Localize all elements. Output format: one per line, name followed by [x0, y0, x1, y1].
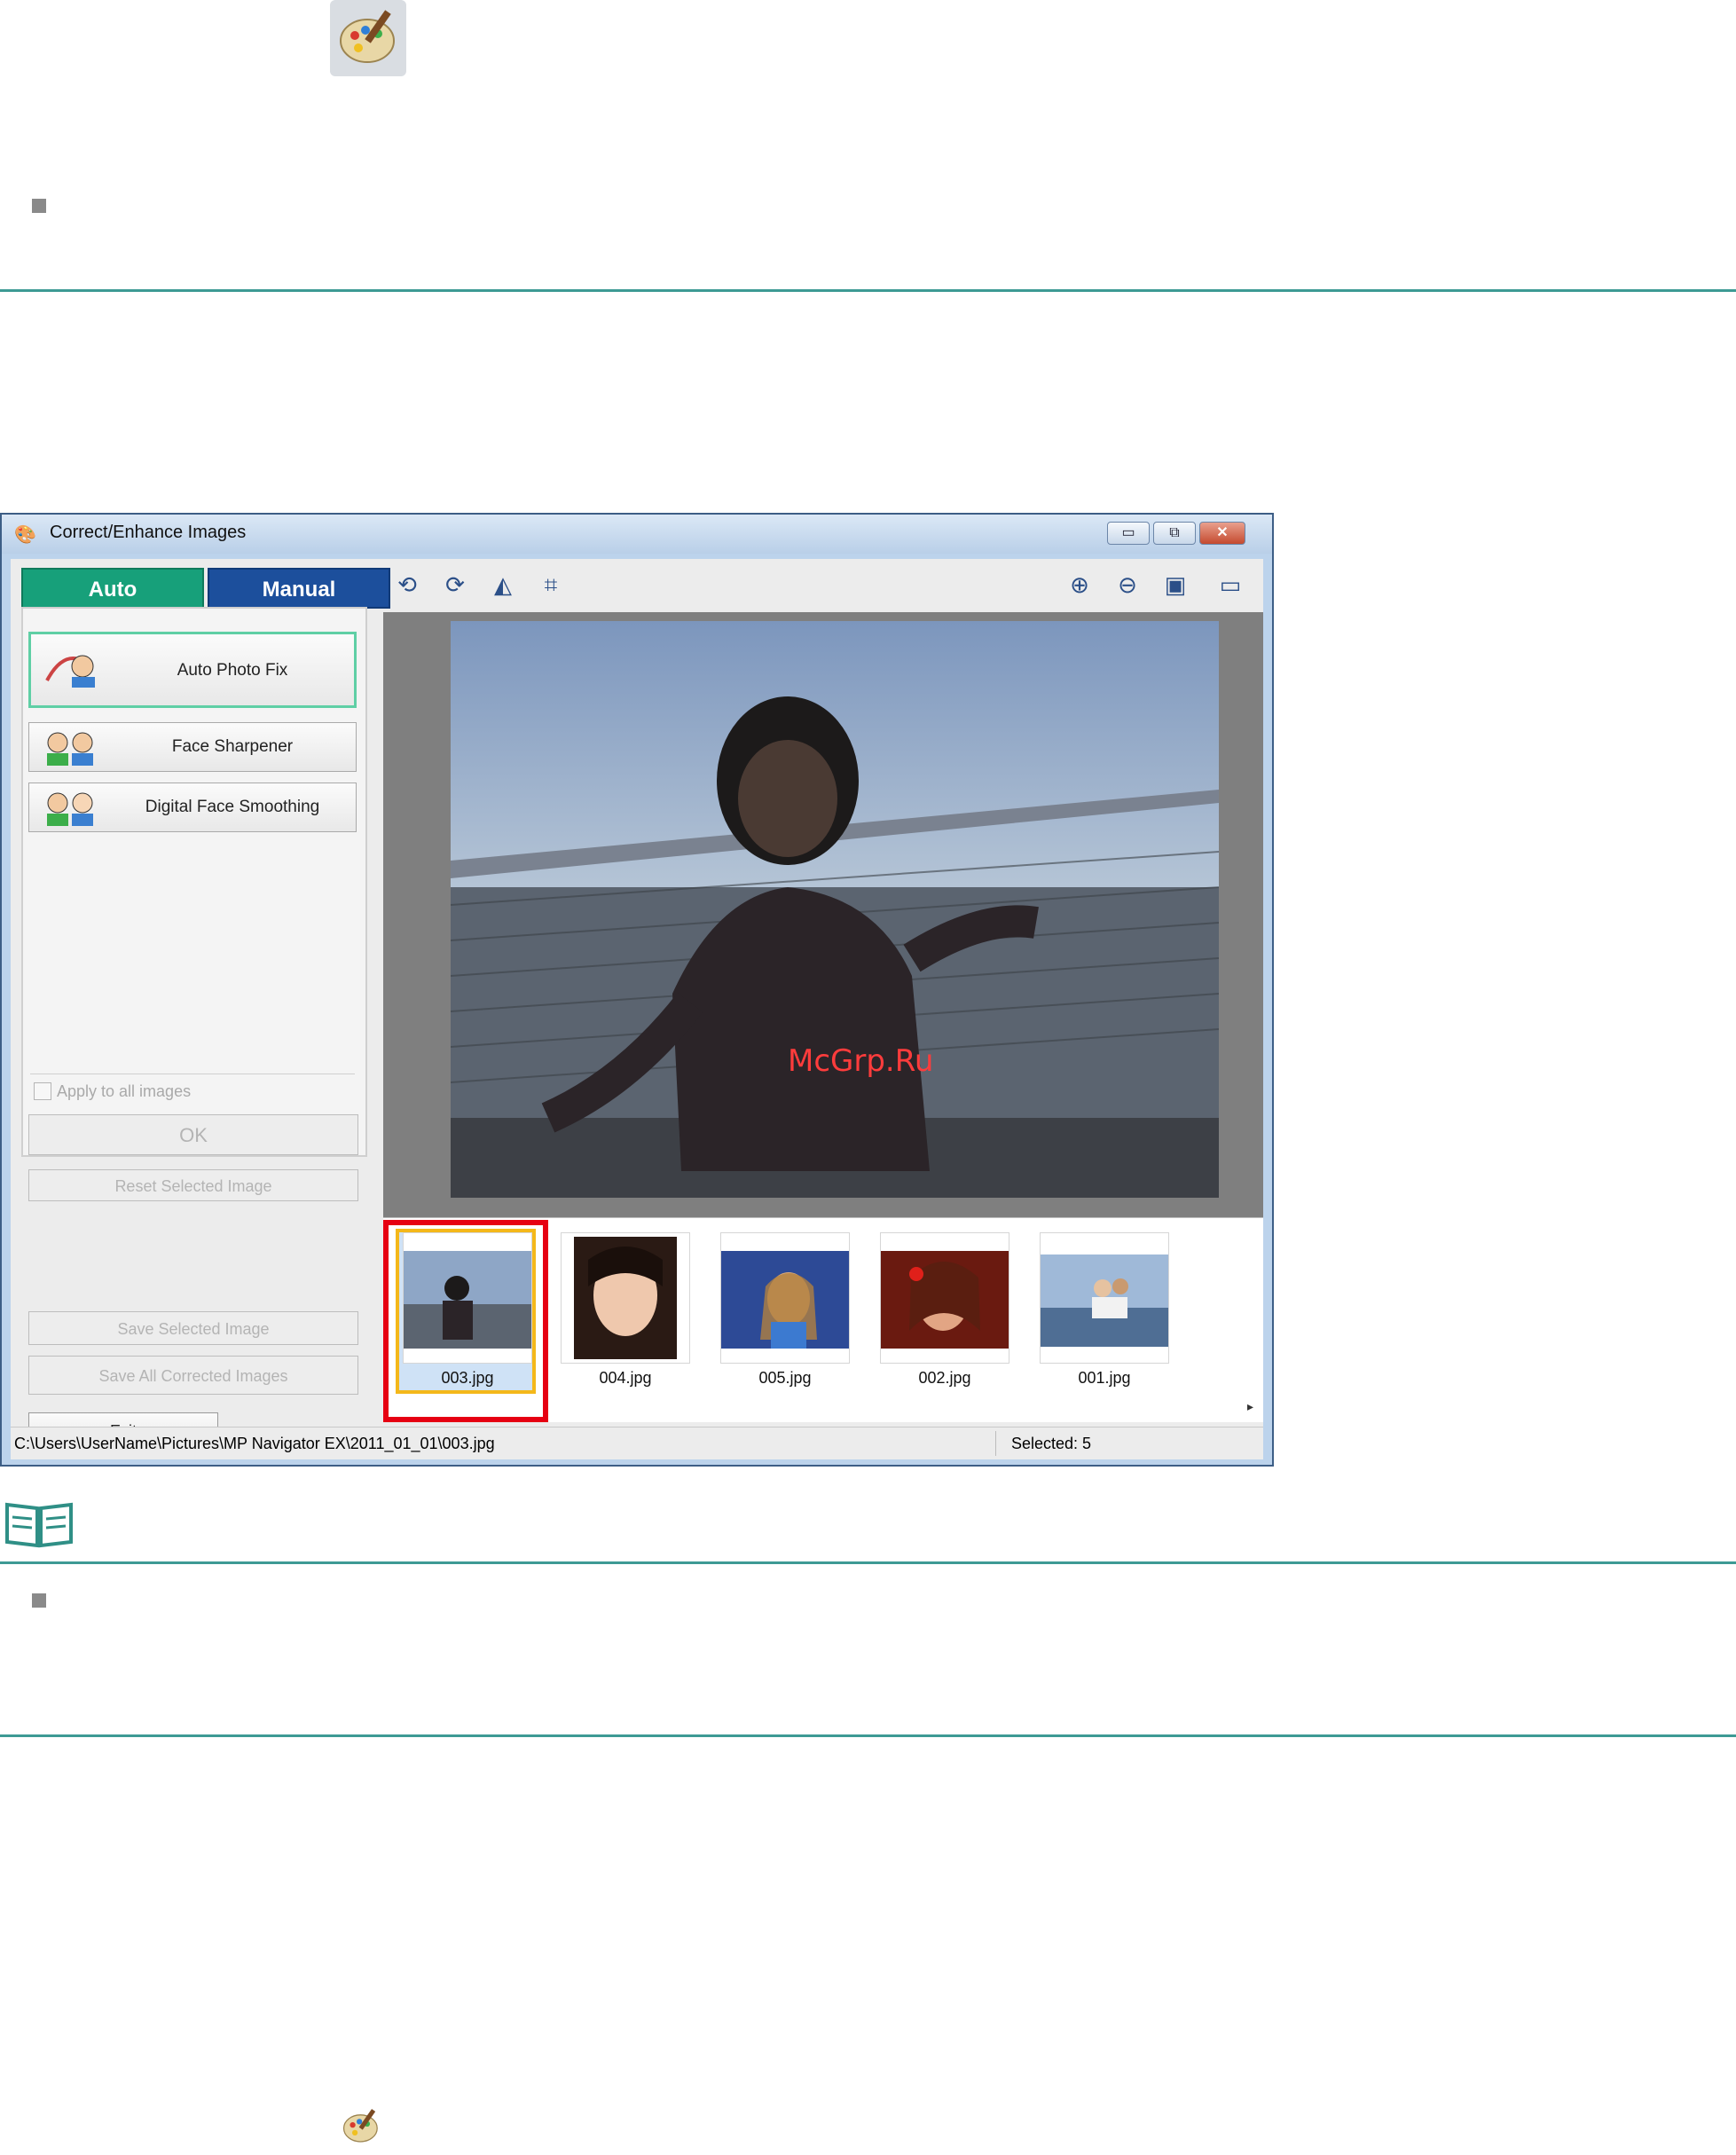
correct-enhance-window: 🎨 Correct/Enhance Images ▭ ⧉ ✕ Auto Manu…	[0, 513, 1274, 1467]
note-divider	[0, 1561, 1736, 1564]
thumbnail-002-caption: 002.jpg	[918, 1369, 971, 1387]
thumbnail-001[interactable]	[1040, 1232, 1169, 1364]
auto-photo-fix-label: Auto Photo Fix	[177, 661, 288, 680]
thumbnail-005[interactable]	[720, 1232, 850, 1364]
thumbnail-004[interactable]	[561, 1232, 690, 1364]
bullet-icon	[32, 199, 46, 213]
correct-enhance-palette-icon-small	[337, 2103, 385, 2151]
thumbnail-004-caption: 004.jpg	[599, 1369, 652, 1387]
title-bar: 🎨 Correct/Enhance Images ▭ ⧉ ✕	[2, 515, 1272, 554]
auto-photo-fix-icon	[45, 655, 95, 688]
section-divider	[0, 289, 1736, 292]
note-book-icon	[4, 1499, 75, 1549]
apply-all-label: Apply to all images	[57, 1082, 192, 1100]
bullet-icon	[32, 1593, 46, 1608]
face-sharpener-label: Face Sharpener	[171, 737, 294, 756]
mirror-icon[interactable]: ◭	[488, 570, 518, 600]
reset-selected-image-button[interactable]: Reset Selected Image	[28, 1169, 358, 1201]
digital-face-smoothing-button[interactable]: Digital Face Smoothing	[28, 783, 357, 832]
scroll-right-arrow-icon[interactable]: ▸	[1247, 1399, 1253, 1414]
maximize-button[interactable]: ⧉	[1153, 522, 1196, 545]
ok-button[interactable]: OK	[28, 1114, 358, 1155]
thumbnail-002[interactable]	[880, 1232, 1009, 1364]
compare-icon[interactable]: ▭	[1215, 570, 1245, 600]
preview-image	[451, 621, 1219, 1198]
crop-icon[interactable]: ⌗	[536, 570, 566, 600]
digital-face-smoothing-label: Digital Face Smoothing	[145, 798, 320, 816]
status-divider	[995, 1431, 996, 1456]
window-title: Correct/Enhance Images	[50, 523, 247, 542]
thumbnail-005-caption: 005.jpg	[758, 1369, 812, 1387]
face-sharpener-button[interactable]: Face Sharpener	[28, 722, 357, 772]
full-image-icon[interactable]: ▣	[1160, 570, 1190, 600]
digital-face-smoothing-icon	[47, 792, 93, 826]
face-sharpener-icon	[47, 732, 93, 766]
zoom-in-icon[interactable]: ⊕	[1064, 570, 1095, 600]
close-button[interactable]: ✕	[1199, 522, 1245, 545]
auto-photo-fix-button[interactable]: Auto Photo Fix	[28, 632, 357, 708]
watermark-text: McGrp.Ru	[788, 1043, 934, 1079]
file-path-status: C:\Users\UserName\Pictures\MP Navigator …	[14, 1435, 495, 1452]
save-selected-image-button[interactable]: Save Selected Image	[28, 1311, 358, 1345]
selected-count-status: Selected: 5	[1011, 1435, 1092, 1452]
rotate-left-icon[interactable]: ⟲	[392, 570, 422, 600]
app-icon: 🎨	[14, 525, 36, 545]
section-divider-2	[0, 1734, 1736, 1737]
minimize-button[interactable]: ▭	[1107, 522, 1150, 545]
tab-manual[interactable]: Manual	[208, 568, 390, 609]
apply-all-checkbox[interactable]	[34, 1082, 51, 1100]
save-all-corrected-images-button[interactable]: Save All Corrected Images	[28, 1356, 358, 1395]
correct-enhance-palette-icon	[330, 0, 406, 76]
tab-auto[interactable]: Auto	[21, 568, 204, 609]
zoom-out-icon[interactable]: ⊖	[1112, 570, 1143, 600]
thumbnail-001-caption: 001.jpg	[1078, 1369, 1131, 1387]
window-client: Auto Manual Auto Photo Fix Face Sharpene…	[11, 559, 1263, 1459]
status-bar: C:\Users\UserName\Pictures\MP Navigator …	[11, 1427, 1263, 1459]
selection-highlight-frame	[383, 1220, 548, 1422]
rotate-right-icon[interactable]: ⟳	[440, 570, 470, 600]
